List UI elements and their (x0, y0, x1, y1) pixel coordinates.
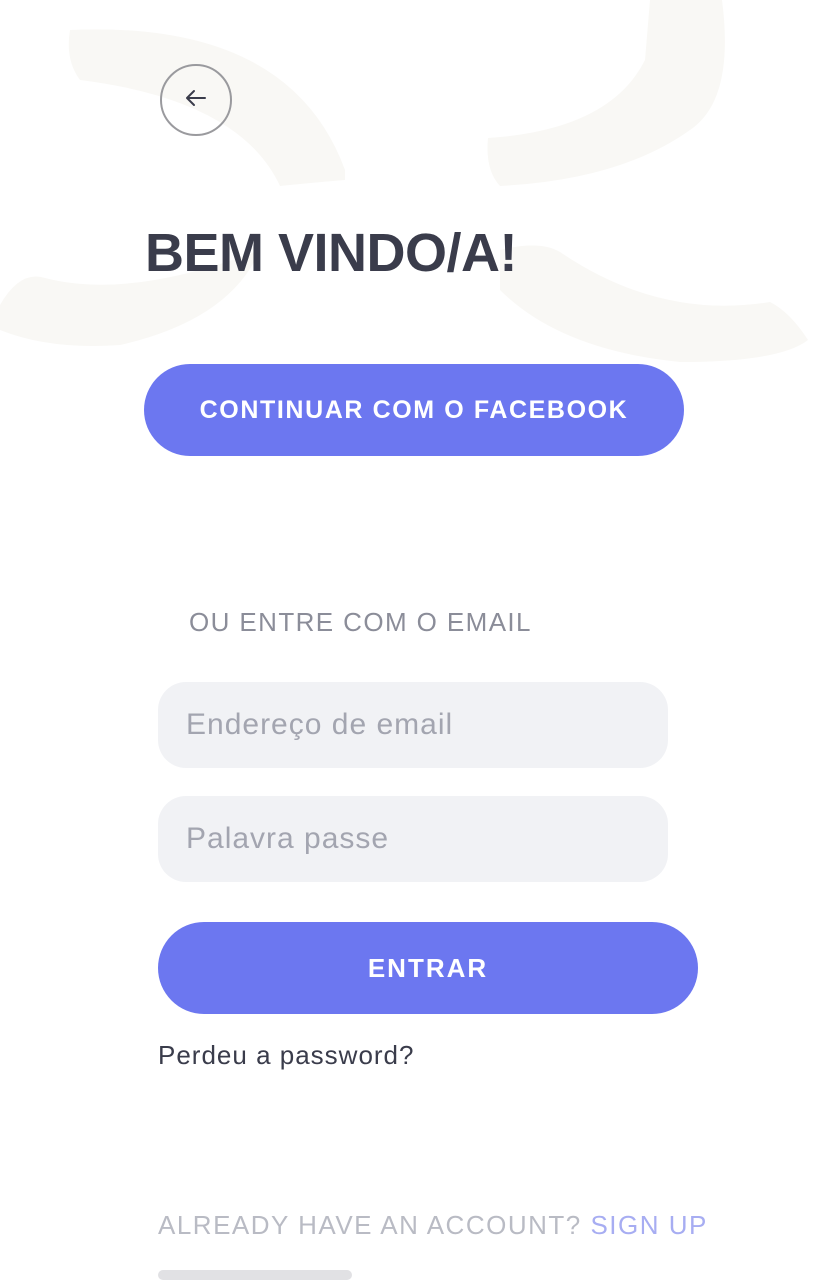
signup-link[interactable]: SIGN UP (590, 1210, 707, 1240)
background-decoration (0, 0, 808, 362)
footer: ALREADY HAVE AN ACCOUNT? SIGN UP (158, 1210, 708, 1241)
arrow-left-icon (183, 85, 209, 116)
password-field[interactable] (158, 796, 668, 882)
facebook-login-button[interactable]: CONTINUAR COM O FACEBOOK (144, 364, 684, 456)
email-field[interactable] (158, 682, 668, 768)
login-button[interactable]: ENTRAR (158, 922, 698, 1014)
page-title: BEM VINDO/A! (145, 223, 518, 283)
home-indicator (158, 1270, 352, 1280)
email-login-label: OU ENTRE COM O EMAIL (189, 607, 532, 637)
forgot-password-link[interactable]: Perdeu a password? (158, 1040, 414, 1071)
back-button[interactable] (160, 64, 232, 136)
footer-text: ALREADY HAVE AN ACCOUNT? (158, 1210, 591, 1240)
